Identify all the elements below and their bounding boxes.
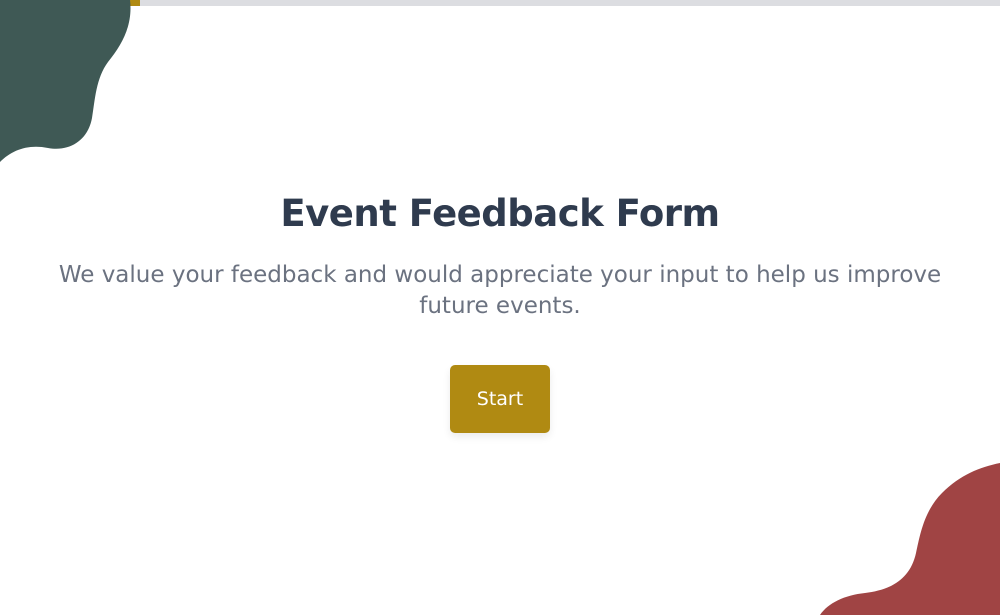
start-button[interactable]: Start [450,365,550,433]
progress-bar [0,0,1000,6]
page-title: Event Feedback Form [280,192,720,235]
page-description: We value your feedback and would appreci… [58,262,942,319]
form-welcome-page: Event Feedback Form We value your feedba… [0,0,1000,615]
decorative-blob-bottom-right [820,463,1000,615]
decorative-blob-top-left [0,0,131,162]
